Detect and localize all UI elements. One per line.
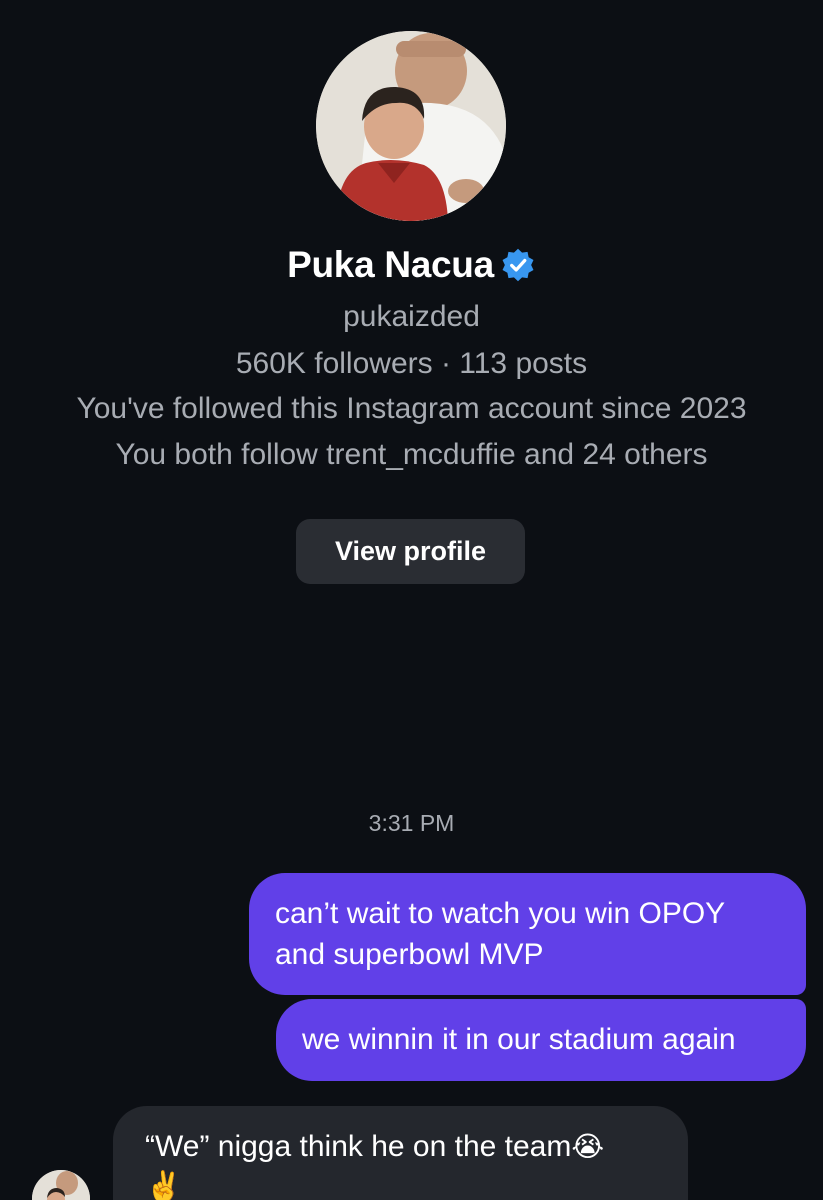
sent-message-bubble[interactable]: we winnin it in our stadium again — [276, 999, 806, 1081]
profile-photo — [316, 31, 506, 221]
followed-since-text: You've followed this Instagram account s… — [76, 392, 747, 425]
received-message-bubble[interactable]: “We” nigga think he on the team😭 ✌️ — [113, 1106, 688, 1200]
message-text-line: and superbowl MVP — [275, 938, 544, 971]
message-text: “We” nigga think he on the team — [145, 1130, 572, 1163]
profile-stats: 560K followers · 113 posts — [235, 347, 588, 380]
profile-avatar[interactable] — [316, 31, 506, 221]
sender-avatar[interactable] — [32, 1170, 90, 1200]
profile-name: Puka Nacua — [287, 244, 494, 285]
view-profile-button[interactable]: View profile — [296, 519, 525, 584]
profile-name-row: Puka Nacua — [0, 244, 823, 286]
sender-avatar-photo — [32, 1170, 90, 1200]
sent-message-bubble[interactable]: can’t wait to watch you win OPOY and sup… — [249, 873, 806, 995]
crying-emoji-icon: 😭 — [571, 1131, 605, 1162]
verified-badge-icon — [502, 248, 534, 282]
mutual-follows-text[interactable]: You both follow trent_mcduffie and 24 ot… — [0, 438, 823, 472]
profile-username: pukaizded — [343, 300, 480, 333]
message-text-line: can’t wait to watch you win OPOY — [275, 897, 726, 930]
message-text: we winnin it in our stadium again — [302, 1023, 736, 1056]
peace-sign-emoji-icon: ✌️ — [145, 1171, 183, 1200]
message-text-line: “We” nigga think he on the team😭 — [145, 1126, 668, 1167]
message-timestamp: 3:31 PM — [368, 810, 455, 836]
